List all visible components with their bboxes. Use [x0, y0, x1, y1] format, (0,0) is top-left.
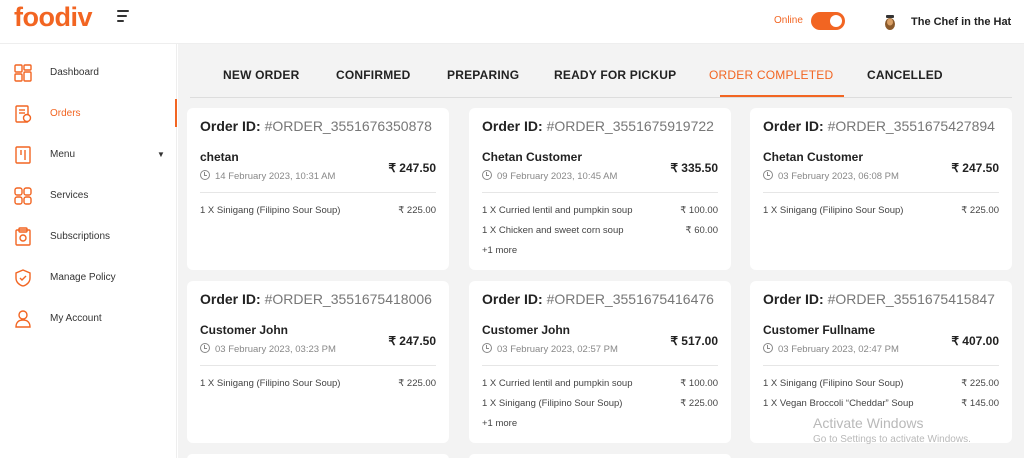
- order-id: Order ID: #ORDER_3551675418006: [200, 291, 432, 307]
- services-icon: [14, 186, 32, 205]
- active-tab-indicator: [720, 95, 844, 97]
- customer-name: chetan: [200, 150, 239, 164]
- more-items-link[interactable]: +1 more: [482, 245, 517, 256]
- divider: [482, 365, 718, 366]
- order-card-partial[interactable]: [187, 454, 449, 458]
- tab-cancelled[interactable]: CANCELLED: [867, 68, 943, 82]
- divider: [763, 192, 999, 193]
- clock-icon: [200, 343, 210, 353]
- sidebar-item-label: Services: [50, 190, 89, 201]
- windows-activation-title: Activate Windows: [813, 415, 924, 431]
- chef-avatar-icon[interactable]: [880, 12, 900, 32]
- hamburger-menu-icon[interactable]: [117, 10, 131, 22]
- order-date: 14 February 2023, 10:31 AM: [200, 170, 335, 182]
- divider: [763, 365, 999, 366]
- order-card[interactable]: Order ID: #ORDER_3551675418006 Customer …: [187, 281, 449, 443]
- order-total: ₹ 407.00: [951, 334, 999, 348]
- order-date: 09 February 2023, 10:45 AM: [482, 170, 617, 182]
- tab-confirmed[interactable]: CONFIRMED: [336, 68, 410, 82]
- divider: [200, 192, 436, 193]
- shield-icon: [15, 268, 31, 287]
- clock-icon: [200, 170, 210, 180]
- tab-order-completed[interactable]: ORDER COMPLETED: [709, 68, 833, 82]
- order-date: 03 February 2023, 06:08 PM: [763, 170, 899, 182]
- clock-icon: [482, 170, 492, 180]
- order-item: 1 X Sinigang (Filipino Sour Soup) ₹ 225.0…: [763, 205, 999, 216]
- tab-new-order[interactable]: NEW ORDER: [223, 68, 299, 82]
- order-id: Order ID: #ORDER_3551675919722: [482, 118, 714, 134]
- order-card[interactable]: Order ID: #ORDER_3551675416476 Customer …: [469, 281, 731, 443]
- sidebar-item-subscriptions[interactable]: Subscriptions: [0, 216, 177, 257]
- order-item: 1 X Curried lentil and pumpkin soup ₹ 100…: [482, 378, 718, 389]
- online-toggle[interactable]: [811, 12, 845, 30]
- order-card[interactable]: Order ID: #ORDER_3551676350878 chetan 14…: [187, 108, 449, 270]
- user-icon: [15, 309, 31, 328]
- order-id: Order ID: #ORDER_3551675416476: [482, 291, 714, 307]
- sidebar-item-my-account[interactable]: My Account: [0, 298, 177, 339]
- customer-name: Chetan Customer: [763, 150, 864, 164]
- order-id: Order ID: #ORDER_3551675427894: [763, 118, 995, 134]
- order-card[interactable]: Order ID: #ORDER_3551675919722 Chetan Cu…: [469, 108, 731, 270]
- order-item: 1 X Vegan Broccoli “Cheddar” Soup ₹ 145.0…: [763, 398, 999, 409]
- app-logo[interactable]: foodiv: [14, 2, 93, 33]
- top-bar: foodiv Online The Chef in the Hat: [0, 0, 1024, 44]
- order-total: ₹ 247.50: [388, 334, 436, 348]
- divider: [482, 192, 718, 193]
- windows-activation-subtitle: Go to Settings to activate Windows.: [813, 434, 971, 445]
- main-content: NEW ORDER CONFIRMED PREPARING READY FOR …: [178, 44, 1024, 458]
- divider: [200, 365, 436, 366]
- chef-name[interactable]: The Chef in the Hat: [911, 16, 1011, 28]
- customer-name: Customer John: [482, 323, 571, 337]
- order-item: 1 X Sinigang (Filipino Sour Soup) ₹ 225.0…: [200, 378, 436, 389]
- online-status-label: Online: [774, 15, 803, 26]
- order-date: 03 February 2023, 03:23 PM: [200, 343, 336, 355]
- chevron-down-icon[interactable]: ▼: [157, 150, 165, 159]
- clock-icon: [763, 170, 773, 180]
- sidebar-item-label: Manage Policy: [50, 272, 116, 283]
- order-item: 1 X Sinigang (Filipino Sour Soup) ₹ 225.0…: [482, 398, 718, 409]
- subscriptions-icon: [15, 226, 31, 246]
- sidebar: Dashboard Orders Menu ▼ Services Subscri…: [0, 44, 177, 458]
- menu-icon: [15, 145, 31, 164]
- sidebar-item-label: Orders: [50, 108, 81, 119]
- order-item: 1 X Sinigang (Filipino Sour Soup) ₹ 225.0…: [763, 378, 999, 389]
- sidebar-item-label: My Account: [50, 313, 102, 324]
- sidebar-item-services[interactable]: Services: [0, 175, 177, 216]
- order-card[interactable]: Order ID: #ORDER_3551675427894 Chetan Cu…: [750, 108, 1012, 270]
- customer-name: Customer John: [200, 323, 289, 337]
- clock-icon: [482, 343, 492, 353]
- order-total: ₹ 247.50: [388, 161, 436, 175]
- customer-name: Chetan Customer: [482, 150, 583, 164]
- order-total: ₹ 247.50: [951, 161, 999, 175]
- order-item: 1 X Curried lentil and pumpkin soup ₹ 100…: [482, 205, 718, 216]
- sidebar-item-menu[interactable]: Menu ▼: [0, 134, 177, 175]
- order-date: 03 February 2023, 02:47 PM: [763, 343, 899, 355]
- sidebar-item-manage-policy[interactable]: Manage Policy: [0, 257, 177, 298]
- sidebar-item-orders[interactable]: Orders: [0, 93, 177, 134]
- clock-icon: [763, 343, 773, 353]
- customer-name: Customer Fullname: [763, 323, 876, 337]
- order-item: 1 X Sinigang (Filipino Sour Soup) ₹ 225.0…: [200, 205, 436, 216]
- more-items-link[interactable]: +1 more: [482, 418, 517, 429]
- order-id: Order ID: #ORDER_3551675415847: [763, 291, 995, 307]
- dashboard-icon: [14, 63, 32, 82]
- order-card-partial[interactable]: [469, 454, 731, 458]
- order-date: 03 February 2023, 02:57 PM: [482, 343, 618, 355]
- order-total: ₹ 335.50: [670, 161, 718, 175]
- order-item: 1 X Chicken and sweet corn soup ₹ 60.00: [482, 225, 718, 236]
- orders-icon: [15, 104, 32, 123]
- sidebar-item-label: Dashboard: [50, 67, 99, 78]
- sidebar-item-label: Menu: [50, 149, 76, 160]
- sidebar-item-dashboard[interactable]: Dashboard: [0, 52, 177, 93]
- tab-ready-for-pickup[interactable]: READY FOR PICKUP: [554, 68, 676, 82]
- order-total: ₹ 517.00: [670, 334, 718, 348]
- sidebar-item-label: Subscriptions: [50, 231, 111, 242]
- order-status-tabs: NEW ORDER CONFIRMED PREPARING READY FOR …: [190, 54, 1012, 98]
- tab-preparing[interactable]: PREPARING: [447, 68, 519, 82]
- order-id: Order ID: #ORDER_3551676350878: [200, 118, 432, 134]
